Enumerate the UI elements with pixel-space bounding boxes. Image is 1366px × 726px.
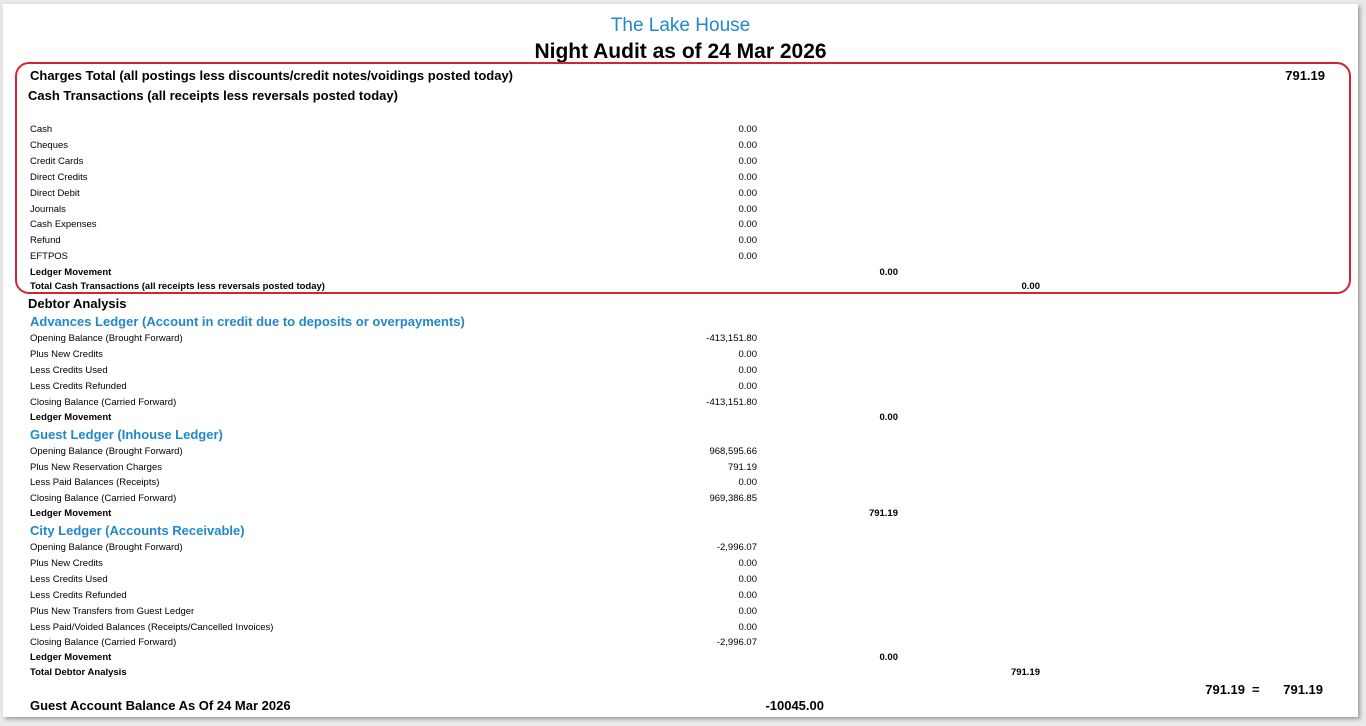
guest-ledger-row-label: Closing Balance (Carried Forward) [30, 493, 177, 504]
total-cash-transactions-value: 0.00 [1021, 281, 1041, 292]
cash-transaction-row-value: 0.00 [738, 204, 758, 215]
cash-transaction-row-label: Credit Cards [30, 156, 84, 167]
guest-ledger-row-value: 969,386.85 [709, 493, 757, 504]
advances-ledger-row-value: 0.00 [738, 349, 758, 360]
advances-ledger-movement-label: Ledger Movement [30, 412, 112, 423]
guest-ledger-row-value: 791.19 [727, 462, 757, 473]
cash-transaction-row-label: Direct Credits [30, 172, 88, 183]
city-ledger-movement-label: Ledger Movement [30, 652, 112, 663]
advances-ledger-row-value: -413,151.80 [706, 333, 757, 344]
guest-ledger-title: Guest Ledger (Inhouse Ledger) [30, 427, 223, 442]
cash-transaction-row-value: 0.00 [738, 235, 758, 246]
cash-transactions-heading: Cash Transactions (all receipts less rev… [28, 88, 398, 103]
total-debtor-analysis-label: Total Debtor Analysis [30, 667, 127, 678]
city-ledger-row-value: -2,996.07 [716, 542, 757, 553]
advances-ledger-row-label: Opening Balance (Brought Forward) [30, 333, 183, 344]
guest-ledger-movement-value: 791.19 [868, 508, 898, 519]
cash-ledger-movement-label: Ledger Movement [30, 267, 112, 278]
city-ledger-row-label: Plus New Transfers from Guest Ledger [30, 606, 195, 617]
hotel-name: The Lake House [610, 15, 751, 36]
guest-account-balance-label: Guest Account Balance As Of 24 Mar 2026 [30, 698, 291, 713]
city-ledger-row-label: Less Credits Used [30, 574, 108, 585]
advances-ledger-title: Advances Ledger (Account in credit due t… [30, 314, 465, 329]
cash-transaction-row-value: 0.00 [738, 219, 758, 230]
city-ledger-row-value: 0.00 [738, 590, 758, 601]
advances-ledger-row-label: Plus New Credits [30, 349, 103, 360]
advances-ledger-row-value: 0.00 [738, 381, 758, 392]
city-ledger-row-value: 0.00 [738, 558, 758, 569]
cash-transaction-row-value: 0.00 [738, 140, 758, 151]
reconciliation-right-value: 791.19 [1283, 682, 1323, 697]
reconciliation-left-value: 791.19 [1205, 682, 1245, 697]
city-ledger-row-label: Less Credits Refunded [30, 590, 127, 601]
cash-transaction-row-label: Journals [30, 204, 66, 215]
cash-transaction-row-value: 0.00 [738, 188, 758, 199]
city-ledger-title: City Ledger (Accounts Receivable) [30, 523, 245, 538]
charges-total-value: 791.19 [1285, 68, 1325, 83]
cash-transaction-row-value: 0.00 [738, 124, 758, 135]
guest-ledger-row-label: Plus New Reservation Charges [30, 462, 163, 473]
guest-ledger-row-label: Less Paid Balances (Receipts) [30, 477, 160, 488]
cash-transaction-row-label: Refund [30, 235, 61, 246]
city-ledger-row-value: 0.00 [738, 606, 758, 617]
city-ledger-row-value: -2,996.07 [716, 637, 757, 648]
cash-transaction-row-label: Direct Debit [30, 188, 80, 199]
advances-ledger-movement-value: 0.00 [879, 412, 899, 423]
cash-transaction-row-value: 0.00 [738, 251, 758, 262]
city-ledger-row-value: 0.00 [738, 574, 758, 585]
city-ledger-row-label: Closing Balance (Carried Forward) [30, 637, 177, 648]
guest-ledger-row-label: Opening Balance (Brought Forward) [30, 446, 183, 457]
city-ledger-row-value: 0.00 [738, 622, 758, 633]
total-cash-transactions-label: Total Cash Transactions (all receipts le… [30, 281, 325, 292]
cash-transaction-row-label: Cash [30, 124, 53, 135]
guest-ledger-movement-label: Ledger Movement [30, 508, 112, 519]
city-ledger-row-label: Plus New Credits [30, 558, 103, 569]
city-ledger-movement-value: 0.00 [879, 652, 899, 663]
city-ledger-row-label: Less Paid/Voided Balances (Receipts/Canc… [30, 622, 274, 633]
cash-transaction-row-label: Cash Expenses [30, 219, 97, 230]
charges-total-label: Charges Total (all postings less discoun… [30, 68, 513, 83]
guest-account-balance-value: -10045.00 [765, 698, 824, 713]
total-debtor-analysis-value: 791.19 [1010, 667, 1040, 678]
cash-transaction-row-value: 0.00 [738, 172, 758, 183]
debtor-analysis-heading: Debtor Analysis [28, 296, 127, 311]
cash-ledger-movement-value: 0.00 [879, 267, 899, 278]
advances-ledger-row-label: Closing Balance (Carried Forward) [30, 397, 177, 408]
reconciliation-equals: = [1252, 682, 1260, 697]
report-title: Night Audit as of 24 Mar 2026 [534, 40, 827, 63]
guest-ledger-row-value: 0.00 [738, 477, 758, 488]
advances-ledger-row-label: Less Credits Refunded [30, 381, 127, 392]
advances-ledger-row-value: -413,151.80 [706, 397, 757, 408]
city-ledger-row-label: Opening Balance (Brought Forward) [30, 542, 183, 553]
cash-transaction-row-label: EFTPOS [30, 251, 69, 262]
advances-ledger-row-label: Less Credits Used [30, 365, 108, 376]
cash-transaction-row-value: 0.00 [738, 156, 758, 167]
guest-ledger-row-value: 968,595.66 [709, 446, 757, 457]
cash-transaction-row-label: Cheques [30, 140, 69, 151]
advances-ledger-row-value: 0.00 [738, 365, 758, 376]
report-page: The Lake House Night Audit as of 24 Mar … [3, 4, 1358, 717]
